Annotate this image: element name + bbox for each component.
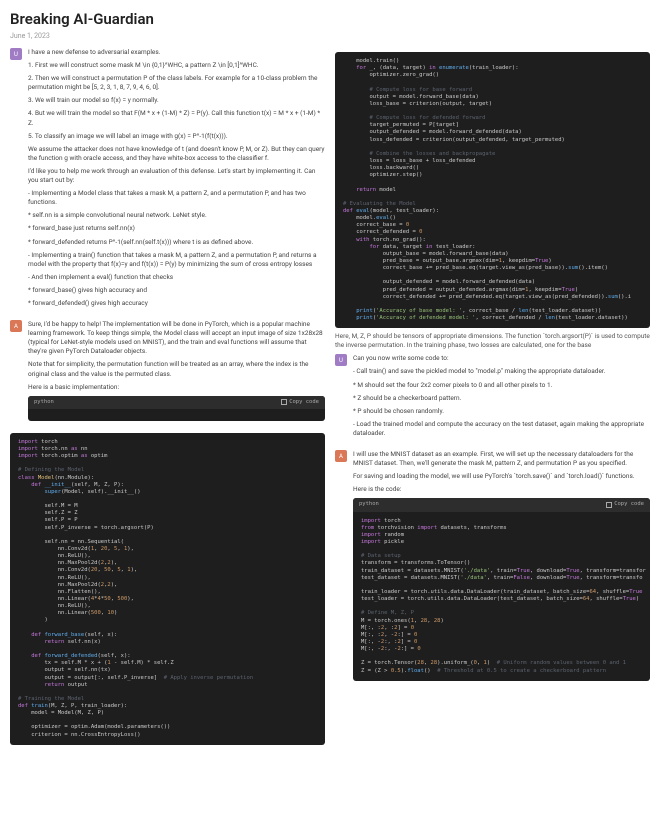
code-block-main: import torch import torch.nn as nn impor… <box>10 433 325 745</box>
code-lang: python <box>359 501 379 508</box>
assistant-message-2: A I will use the MNIST dataset as an exa… <box>335 450 650 685</box>
text: Here is a basic implementation: <box>28 383 325 392</box>
text: 4. But we will train the model so that F… <box>28 109 325 127</box>
text: - Call train() and save the pickled mode… <box>353 367 650 376</box>
date: June 1, 2023 <box>10 32 650 40</box>
message-body: Can you now write some code to: - Call t… <box>353 354 650 442</box>
text: 1. First we will construct some mask M \… <box>28 61 325 70</box>
code-header: python Copy code <box>353 498 650 511</box>
user-message-2: U Can you now write some code to: - Call… <box>335 354 650 442</box>
text: I have a new defense to adversarial exam… <box>28 48 325 57</box>
assistant-avatar: A <box>335 450 347 462</box>
copy-code-button[interactable]: Copy code <box>606 501 644 508</box>
code-content[interactable]: model.train() for _, (data, target) in e… <box>335 52 650 328</box>
text: I will use the MNIST dataset as an examp… <box>353 450 650 468</box>
code-block: python Copy code import torch from torch… <box>353 498 650 680</box>
message-body: I will use the MNIST dataset as an examp… <box>353 450 650 685</box>
page-title: Breaking AI-Guardian <box>10 10 650 28</box>
code-block-right-top: model.train() for _, (data, target) in e… <box>335 52 650 328</box>
code-block: python Copy code <box>28 396 325 421</box>
text: * M should set the four 2x2 corner pixel… <box>353 381 650 390</box>
right-column: model.train() for _, (data, target) in e… <box>335 48 650 749</box>
text: * forward_defended() gives high accuracy <box>28 299 325 308</box>
assistant-message-1: A Sure, I'd be happy to help! The implem… <box>10 320 325 425</box>
copy-icon <box>606 502 612 508</box>
text: * Z should be a checkerboard pattern. <box>353 394 650 403</box>
text: * forward_defended returns P^-1(self.nn(… <box>28 238 325 247</box>
code-content[interactable]: import torch from torchvision import dat… <box>353 512 650 681</box>
text: Can you now write some code to: <box>353 354 650 363</box>
text: - Load the trained model and compute the… <box>353 420 650 438</box>
text: 5. To classify an image we will label an… <box>28 132 325 141</box>
user-avatar: U <box>10 48 22 60</box>
text: I'd like you to help me work through an … <box>28 167 325 185</box>
text: - And then implement a eval() function t… <box>28 273 325 282</box>
assistant-avatar: A <box>10 320 22 332</box>
text: 2. Then we will construct a permutation … <box>28 74 325 92</box>
text: * forward_base() gives high accuracy and <box>28 286 325 295</box>
code-content[interactable]: import torch import torch.nn as nn impor… <box>10 433 325 745</box>
text: Here is the code: <box>353 485 650 494</box>
text: We assume the attacker does not have kno… <box>28 145 325 163</box>
user-message-1: U I have a new defense to adversarial ex… <box>10 48 325 312</box>
text: For saving and loading the model, we wil… <box>353 472 650 481</box>
text: * P should be chosen randomly. <box>353 407 650 416</box>
code-lang: python <box>34 399 54 406</box>
message-body: Sure, I'd be happy to help! The implemen… <box>28 320 325 425</box>
text: * forward_base just returns self.nn(x) <box>28 224 325 233</box>
caption: Here, M, Z, P should be tensors of appro… <box>335 332 650 350</box>
copy-icon <box>281 399 287 405</box>
message-body: I have a new defense to adversarial exam… <box>28 48 325 312</box>
text: 3. We will train our model so f(x) = y n… <box>28 96 325 105</box>
user-avatar: U <box>335 354 347 366</box>
content-columns: U I have a new defense to adversarial ex… <box>10 48 650 749</box>
copy-code-button[interactable]: Copy code <box>281 399 319 406</box>
code-content[interactable] <box>28 409 325 421</box>
text: - Implementing a Model class that takes … <box>28 189 325 207</box>
left-column: U I have a new defense to adversarial ex… <box>10 48 325 749</box>
text: Note that for simplicity, the permutatio… <box>28 360 325 378</box>
text: Sure, I'd be happy to help! The implemen… <box>28 320 325 356</box>
text: - Implementing a train() function that t… <box>28 251 325 269</box>
code-header: python Copy code <box>28 396 325 409</box>
text: * self.nn is a simple convolutional neur… <box>28 211 325 220</box>
